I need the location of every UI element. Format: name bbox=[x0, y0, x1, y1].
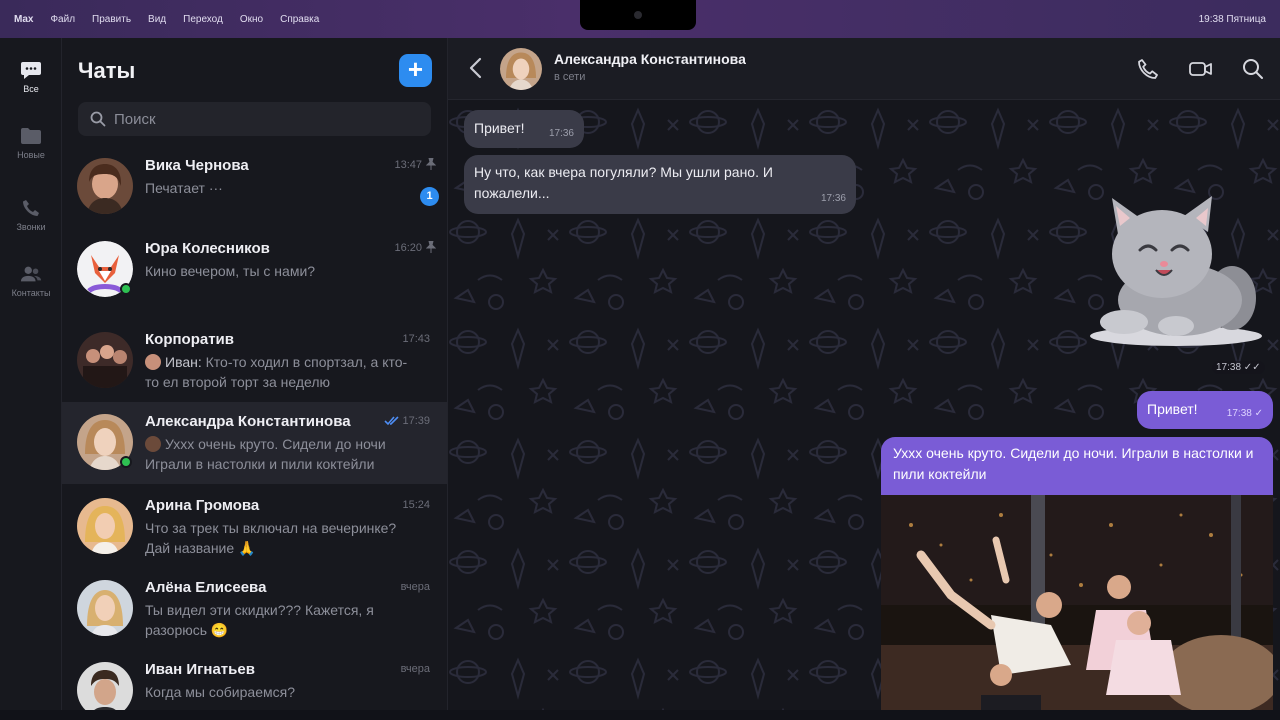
search-icon bbox=[90, 111, 106, 127]
nav-rail: Все Новые Звонки Контакты bbox=[0, 38, 62, 710]
chat-preview: Печатает ··· bbox=[145, 180, 223, 196]
read-checkmarks-icon bbox=[384, 416, 399, 426]
chat-name: Юра Колесников bbox=[145, 240, 270, 257]
phone-icon bbox=[20, 198, 42, 218]
chat-name: Вика Чернова bbox=[145, 157, 249, 174]
message-text: Привет! bbox=[474, 120, 525, 136]
party-photo[interactable] bbox=[881, 495, 1273, 710]
chat-preview: Что за трек ты включал на вечеринке? Дай… bbox=[145, 520, 397, 556]
menu-file[interactable]: Файл bbox=[50, 14, 75, 25]
contact-avatar[interactable] bbox=[500, 48, 542, 90]
chat-time: вчера bbox=[400, 581, 430, 593]
chat-preview: Кино вечером, ты с нами? bbox=[145, 263, 316, 279]
menubar-clock: 19:38 Пятница bbox=[1198, 13, 1266, 25]
message-text: Уххх очень круто. Сидели до ночи. Играли… bbox=[893, 445, 1254, 482]
menu-view[interactable]: Вид bbox=[148, 14, 166, 25]
chat-time: 17:43 bbox=[402, 333, 430, 345]
chat-item-aleksandra[interactable]: Александра Константинова 17:39 Уххх очен… bbox=[62, 402, 447, 484]
search-input[interactable] bbox=[114, 110, 414, 128]
chat-name: Алёна Елисеева bbox=[145, 579, 267, 596]
cat-sticker[interactable] bbox=[1084, 188, 1264, 358]
menu-go[interactable]: Переход bbox=[183, 14, 223, 25]
chat-item-vika[interactable]: Вика Чернова 13:47 Печатает ··· 1 bbox=[62, 146, 447, 228]
message-outgoing[interactable]: Привет! 17:38 ✓ bbox=[1137, 391, 1273, 429]
message-text: Привет! bbox=[1147, 401, 1198, 417]
chat-item-corporate[interactable]: Корпоратив 17:43 Иван: Кто-то ходил в сп… bbox=[62, 320, 447, 402]
avatar bbox=[77, 580, 133, 636]
message-time: 17:38 ✓ bbox=[1226, 408, 1263, 419]
avatar bbox=[77, 662, 133, 710]
avatar bbox=[77, 158, 133, 214]
chat-preview: Уххх очень круто. Сидели до ночи Играли … bbox=[145, 434, 415, 474]
chat-bubble-icon bbox=[20, 60, 42, 80]
chat-preview: Иван: Кто-то ходил в спортзал, а кто-то … bbox=[145, 352, 415, 392]
search-icon[interactable] bbox=[1241, 57, 1265, 81]
message-time: 17:36 bbox=[548, 128, 574, 139]
chat-time: 17:39 bbox=[402, 415, 430, 427]
sticker-time: 17:38 ✓✓ bbox=[1212, 361, 1265, 374]
sender-name: Иван: bbox=[165, 354, 202, 370]
back-arrow-icon[interactable] bbox=[466, 56, 486, 80]
chat-name: Александра Константинова bbox=[145, 413, 351, 430]
contact-name[interactable]: Александра Константинова bbox=[554, 51, 746, 67]
phone-icon[interactable] bbox=[1136, 57, 1160, 81]
rail-item-all[interactable]: Все bbox=[0, 60, 62, 94]
rail-item-label: Все bbox=[23, 84, 39, 94]
message-incoming[interactable]: Привет! 17:36 bbox=[464, 110, 584, 148]
avatar bbox=[77, 498, 133, 554]
online-indicator bbox=[120, 456, 132, 468]
message-time: 17:36 bbox=[820, 193, 846, 204]
contact-status: в сети bbox=[554, 71, 586, 83]
chat-name: Арина Громова bbox=[145, 497, 260, 514]
chat-list-panel: Чаты + Вика Чернова 13:47 Печатает ··· 1… bbox=[62, 38, 448, 710]
conversation-header: Александра Константинова в сети bbox=[448, 38, 1280, 100]
camera-notch bbox=[580, 0, 696, 30]
chat-item-alena[interactable]: Алёна Елисеева вчера Ты видел эти скидки… bbox=[62, 568, 447, 650]
rail-item-label: Контакты bbox=[11, 288, 51, 298]
online-indicator bbox=[120, 283, 132, 295]
chat-time: 16:20 bbox=[394, 242, 422, 254]
new-chat-button[interactable]: + bbox=[399, 54, 432, 87]
menu-app-name[interactable]: Max bbox=[14, 14, 33, 25]
group-avatar bbox=[77, 332, 133, 388]
chat-preview: Ты видел эти скидки??? Кажется, я разорю… bbox=[145, 602, 374, 638]
menu-edit[interactable]: Править bbox=[92, 14, 131, 25]
chat-time: 15:24 bbox=[402, 499, 430, 511]
rail-item-new[interactable]: Новые bbox=[0, 126, 62, 160]
contacts-icon bbox=[20, 264, 42, 284]
rail-item-calls[interactable]: Звонки bbox=[0, 198, 62, 232]
conversation-panel: Александра Константинова в сети Привет! … bbox=[448, 38, 1280, 710]
video-call-icon[interactable] bbox=[1188, 57, 1214, 81]
folder-icon bbox=[20, 126, 42, 146]
message-outgoing-photo[interactable]: Уххх очень круто. Сидели до ночи. Играли… bbox=[881, 437, 1273, 710]
chat-item-arina[interactable]: Арина Громова 15:24 Что за трек ты включ… bbox=[62, 486, 447, 568]
unread-badge: 1 bbox=[420, 187, 439, 206]
avatar bbox=[77, 241, 133, 297]
avatar bbox=[77, 414, 133, 470]
search-box bbox=[78, 102, 431, 136]
app-menu: Max Файл Править Вид Переход Окно Справк… bbox=[14, 14, 319, 25]
rail-item-label: Новые bbox=[17, 150, 45, 160]
chat-preview: Когда мы собираемся? bbox=[145, 684, 295, 700]
chat-item-ivan[interactable]: Иван Игнатьев вчера Когда мы собираемся? bbox=[62, 650, 447, 710]
message-text: Ну что, как вчера погуляли? Мы ушли рано… bbox=[474, 164, 773, 201]
rail-item-label: Звонки bbox=[16, 222, 46, 232]
preview-text: Уххх очень круто. Сидели до ночи Играли … bbox=[145, 436, 386, 472]
menu-window[interactable]: Окно bbox=[240, 14, 263, 25]
chat-item-yura[interactable]: Юра Колесников 16:20 Кино вечером, ты с … bbox=[62, 229, 447, 311]
message-incoming[interactable]: Ну что, как вчера погуляли? Мы ушли рано… bbox=[464, 155, 856, 214]
menu-help[interactable]: Справка bbox=[280, 14, 319, 25]
sender-avatar bbox=[145, 436, 161, 452]
chat-time: 13:47 bbox=[394, 159, 422, 171]
chat-name: Иван Игнатьев bbox=[145, 661, 255, 678]
pin-icon bbox=[426, 241, 436, 253]
chat-name: Корпоратив bbox=[145, 331, 234, 348]
chat-time: вчера bbox=[400, 663, 430, 675]
pin-icon bbox=[426, 158, 436, 170]
chat-list-title: Чаты bbox=[78, 58, 136, 83]
rail-item-contacts[interactable]: Контакты bbox=[0, 264, 62, 298]
sender-avatar bbox=[145, 354, 161, 370]
